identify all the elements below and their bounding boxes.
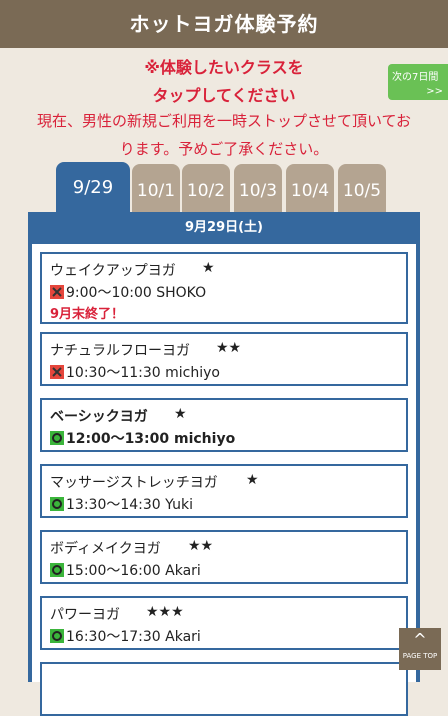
notice-line-2: ります。予めご了承ください。 <box>119 140 329 158</box>
class-rating: ★★★ <box>146 604 184 620</box>
available-circle-icon <box>50 431 64 445</box>
tab-9-29[interactable]: 9/29 <box>56 162 130 214</box>
tab-10-4[interactable]: 10/4 <box>286 164 334 212</box>
class-card-massage-stretch-yoga[interactable]: マッサージストレッチヨガ ★ 13:30〜14:30 Yuki <box>40 464 408 518</box>
date-heading: 9月29日(土) <box>184 220 264 235</box>
page-top-button[interactable]: ^ PAGE TOP <box>399 628 441 670</box>
class-rating: ★ <box>246 472 259 488</box>
notice-area: ※体験したいクラスを タップしてください 現在、男性の新規ご利用を一時ストップさ… <box>0 48 448 162</box>
class-name: ウェイクアップヨガ <box>50 263 176 279</box>
available-circle-icon <box>50 629 64 643</box>
class-time: 16:30〜17:30 Akari <box>50 626 201 646</box>
tab-10-3[interactable]: 10/3 <box>234 164 282 212</box>
class-time: 13:30〜14:30 Yuki <box>50 494 193 514</box>
class-card-basic-yoga[interactable]: ベーシックヨガ ★ 12:00〜13:00 michiyo <box>40 398 408 452</box>
double-chevron-right-icon: >> <box>426 86 443 97</box>
class-time-text: 16:30〜17:30 Akari <box>66 629 201 645</box>
page-title: ホットヨガ体験予約 <box>129 12 319 36</box>
tab-10-2[interactable]: 10/2 <box>182 164 230 212</box>
class-card-partial[interactable] <box>40 662 408 716</box>
full-x-icon <box>50 285 64 299</box>
class-card-wake-up-yoga[interactable]: ウェイクアップヨガ ★ 9:00〜10:00 SHOKO 9月末終了！ <box>40 252 408 324</box>
class-time-text: 10:30〜11:30 michiyo <box>66 365 220 381</box>
class-rating: ★ <box>202 260 215 276</box>
class-name: マッサージストレッチヨガ <box>50 475 218 491</box>
notice-line-1: 現在、男性の新規ご利用を一時ストップさせて頂いてお <box>36 112 412 130</box>
page-top-label: PAGE TOP <box>402 652 438 660</box>
class-name: ナチュラルフローヨガ <box>50 343 190 359</box>
full-x-icon <box>50 365 64 379</box>
page-header: ホットヨガ体験予約 <box>0 0 448 48</box>
available-circle-icon <box>50 497 64 511</box>
class-time-text: 12:00〜13:00 michiyo <box>66 431 236 447</box>
class-card-body-make-yoga[interactable]: ボディメイクヨガ ★★ 15:00〜16:00 Akari <box>40 530 408 584</box>
class-note: 9月末終了！ <box>50 307 125 322</box>
instruction-line-2: タップしてください <box>152 86 296 105</box>
class-time: 12:00〜13:00 michiyo <box>50 428 235 448</box>
class-rating: ★★ <box>216 340 242 356</box>
next-7-days-button[interactable]: 次の7日間 >> <box>388 64 448 100</box>
class-name: ボディメイクヨガ <box>50 541 161 557</box>
instruction-line-1: ※体験したいクラスを <box>144 58 304 77</box>
tab-10-5[interactable]: 10/5 <box>338 164 386 212</box>
class-name: ベーシックヨガ <box>50 409 148 425</box>
class-time-text: 13:30〜14:30 Yuki <box>66 497 193 513</box>
schedule-panel: 9月29日(土) ウェイクアップヨガ ★ 9:00〜10:00 SHOKO 9月… <box>28 212 420 716</box>
class-card-power-yoga[interactable]: パワーヨガ ★★★ 16:30〜17:30 Akari <box>40 596 408 650</box>
class-time-text: 15:00〜16:00 Akari <box>66 563 201 579</box>
class-time: 9:00〜10:00 SHOKO <box>50 282 206 302</box>
class-name: パワーヨガ <box>50 607 120 623</box>
class-rating: ★ <box>174 406 187 422</box>
class-rating: ★★ <box>188 538 214 554</box>
class-time: 10:30〜11:30 michiyo <box>50 362 220 382</box>
class-list: ウェイクアップヨガ ★ 9:00〜10:00 SHOKO 9月末終了！ ナチュラ… <box>32 244 416 716</box>
chevron-up-icon: ^ <box>413 630 427 649</box>
class-card-natural-flow-yoga[interactable]: ナチュラルフローヨガ ★★ 10:30〜11:30 michiyo <box>40 332 408 386</box>
tab-10-1[interactable]: 10/1 <box>132 164 180 212</box>
available-circle-icon <box>50 563 64 577</box>
class-time-text: 9:00〜10:00 SHOKO <box>66 285 207 301</box>
next-7-days-label: 次の7日間 <box>392 72 439 83</box>
class-time: 15:00〜16:00 Akari <box>50 560 201 580</box>
